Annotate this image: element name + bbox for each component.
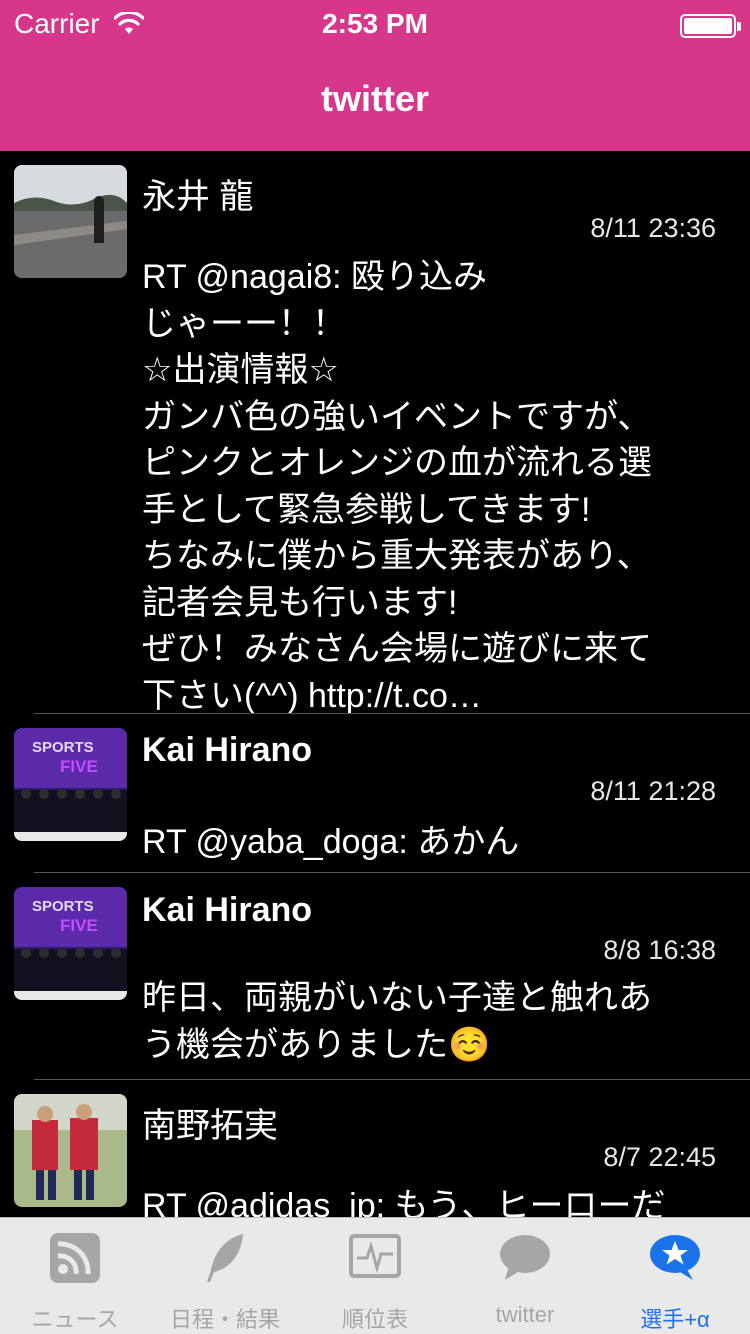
tweet-row[interactable]: SPORTS FIVE Kai Hirano 8/11 21:28 RT @ya… [0, 714, 750, 873]
tweet-author: 永井 龍 [142, 178, 254, 216]
svg-text:SPORTS: SPORTS [32, 739, 94, 756]
tab-label: 日程・結果 [169, 1307, 280, 1332]
tweet-list[interactable]: 永井 龍 8/11 23:36 RT @nagai8: 殴り込み じゃーー！！ … [0, 151, 750, 1217]
tab-players[interactable]: 選手+α [600, 1218, 750, 1334]
battery-icon [680, 14, 741, 38]
tweet-row[interactable]: 南野拓実 8/7 22:45 RT @adidas_jp: もう、ヒーローだ [0, 1080, 750, 1217]
tweet-text: RT @nagai8: 殴り込み じゃーー！！ ☆出演情報☆ ガンバ色の強いイベ… [142, 258, 652, 715]
tweet-date: 8/7 22:45 [603, 1142, 716, 1172]
avatar: SPORTS FIVE [14, 728, 127, 841]
header: Carrier 2:53 PM twitter [0, 0, 750, 151]
monitor-icon [349, 1234, 401, 1278]
tab-label: 順位表 [341, 1307, 408, 1332]
rss-icon [50, 1233, 100, 1283]
avatar: SPORTS FIVE [14, 887, 127, 1000]
svg-text:FIVE: FIVE [60, 757, 98, 776]
tab-twitter[interactable]: twitter [450, 1218, 600, 1334]
status-time: 2:53 PM [322, 8, 428, 39]
tab-schedule[interactable]: 日程・結果 [150, 1218, 300, 1334]
star-bubble-icon [650, 1235, 700, 1280]
avatar [14, 165, 127, 278]
tweet-date: 8/11 23:36 [590, 213, 716, 243]
svg-text:FIVE: FIVE [60, 916, 98, 935]
tab-standings[interactable]: 順位表 [300, 1218, 450, 1334]
status-bar: Carrier 2:53 PM [0, 0, 750, 50]
tweet-author: 南野拓実 [142, 1107, 278, 1145]
tweet-date: 8/11 21:28 [590, 776, 716, 806]
tweet-row[interactable]: 永井 龍 8/11 23:36 RT @nagai8: 殴り込み じゃーー！！ … [0, 151, 750, 715]
tweet-date: 8/8 16:38 [603, 935, 716, 965]
tab-label: twitter [495, 1302, 555, 1327]
tab-label: ニュース [31, 1307, 119, 1332]
tweet-text: RT @yaba_doga: あかん [142, 823, 520, 861]
tab-news[interactable]: ニュース [0, 1218, 150, 1334]
feather-icon [207, 1234, 243, 1282]
tweet-text: 昨日、両親がいない子達と触れあ う機会がありました☺️ [142, 979, 652, 1064]
tweet-text: RT @adidas_jp: もう、ヒーローだ [142, 1187, 666, 1217]
page-title: twitter [321, 78, 429, 119]
avatar [14, 1094, 127, 1207]
tweet-author: Kai Hirano [142, 731, 313, 769]
tweet-author: Kai Hirano [142, 891, 313, 929]
tab-bar: ニュース 日程・結果 順位表 twitter 選手+α [0, 1217, 750, 1334]
speech-bubble-icon [500, 1235, 550, 1280]
svg-text:SPORTS: SPORTS [32, 898, 94, 915]
tweet-row[interactable]: SPORTS FIVE Kai Hirano 8/8 16:38 昨日、両親がい… [0, 873, 750, 1080]
tab-label: 選手+α [640, 1307, 710, 1332]
